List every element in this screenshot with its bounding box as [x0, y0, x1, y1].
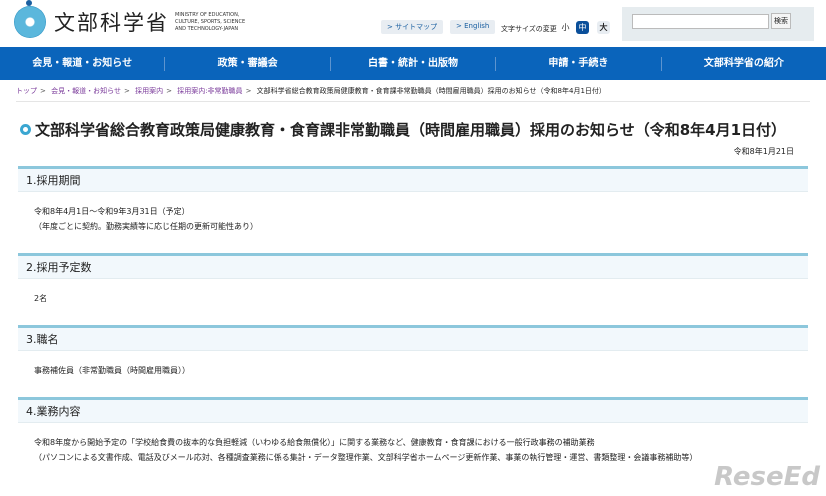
main-nav: 会見・報道・お知らせ 政策・審議会 白書・統計・出版物 申請・手続き 文部科学省… — [0, 47, 826, 80]
font-small-button[interactable]: 小 — [559, 21, 572, 34]
nav-publications[interactable]: 白書・統計・出版物 — [329, 56, 495, 71]
breadcrumb-recruit[interactable]: 採用案内 — [135, 87, 163, 95]
section-heading: 1.採用期間 — [18, 166, 808, 192]
nav-press[interactable]: 会見・報道・お知らせ — [0, 57, 164, 71]
breadcrumb-press[interactable]: 会見・報道・お知らせ — [51, 87, 121, 95]
logo-english: MINISTRY OF EDUCATION, CULTURE, SPORTS, … — [175, 11, 246, 32]
publish-date: 令和8年1月21日 — [733, 147, 794, 156]
page-title: 文部科学省総合教育政策局健康教育・食育課非常勤職員（時間雇用職員）採用のお知らせ… — [20, 119, 810, 140]
site-logo[interactable]: 文部科学省 MINISTRY OF EDUCATION, CULTURE, SP… — [14, 0, 255, 38]
section-heading: 3.職名 — [18, 325, 808, 351]
section-text: 2名 — [34, 294, 48, 303]
section-heading: 4.業務内容 — [18, 397, 808, 423]
font-large-button[interactable]: 大 — [597, 21, 610, 34]
section-period: 1.採用期間 令和8年4月1日～令和9年3月31日（予定） （年度ごとに契約。勤務… — [0, 166, 826, 244]
sitemap-link[interactable]: > サイトマップ — [381, 20, 444, 34]
nav-about[interactable]: 文部科学省の紹介 — [660, 56, 826, 71]
logo-text: 文部科学省 — [54, 11, 169, 35]
section-text: （パソコンによる文書作成、電話及びメール応対、各種調査業務に係る集計・データ整理… — [34, 453, 698, 462]
section-position: 3.職名 事務補佐員（非常勤職員（時間雇用職員）） — [0, 325, 826, 388]
section-text: 事務補佐員（非常勤職員（時間雇用職員）） — [34, 366, 190, 375]
section-duties: 4.業務内容 令和8年度から開始予定の「学校給食費の抜本的な負担軽減（いわゆる給… — [0, 397, 826, 475]
nav-applications[interactable]: 申請・手続き — [495, 56, 660, 71]
nav-policy[interactable]: 政策・審議会 — [164, 56, 329, 71]
breadcrumb-top[interactable]: トップ — [16, 87, 37, 95]
site-header: 文部科学省 MINISTRY OF EDUCATION, CULTURE, SP… — [0, 0, 826, 47]
page-title-text: 文部科学省総合教育政策局健康教育・食育課非常勤職員（時間雇用職員）採用のお知らせ… — [35, 121, 787, 139]
font-size-label: 文字サイズの変更 — [501, 25, 557, 33]
search-button[interactable]: 検索 — [771, 13, 791, 29]
title-bullet-icon — [20, 124, 31, 135]
font-medium-button[interactable]: 中 — [576, 21, 589, 34]
section-text: 令和8年4月1日～令和9年3月31日（予定） — [34, 207, 190, 216]
emblem-icon — [14, 0, 46, 38]
breadcrumb-current: 文部科学省総合教育政策局健康教育・食育課非常勤職員（時間雇用職員）採用のお知らせ… — [256, 87, 606, 95]
english-link[interactable]: > English — [450, 20, 496, 34]
section-count: 2.採用予定数 2名 — [0, 253, 826, 316]
section-text: （年度ごとに契約。勤務実績等に応じ任期の更新可能性あり） — [34, 222, 258, 231]
search-input[interactable] — [632, 14, 769, 29]
watermark-logo: ReseEd — [714, 462, 820, 492]
breadcrumb: トップ > 会見・報道・お知らせ > 採用案内 > 採用案内:非常勤職員 > 文部科学省… — [16, 80, 810, 102]
section-heading: 2.採用予定数 — [18, 253, 808, 279]
section-text: 令和8年度から開始予定の「学校給食費の抜本的な負担軽減（いわゆる給食無償化）」に… — [34, 438, 595, 447]
breadcrumb-parttime[interactable]: 採用案内:非常勤職員 — [177, 87, 242, 95]
search-area: 検索 — [622, 7, 814, 41]
